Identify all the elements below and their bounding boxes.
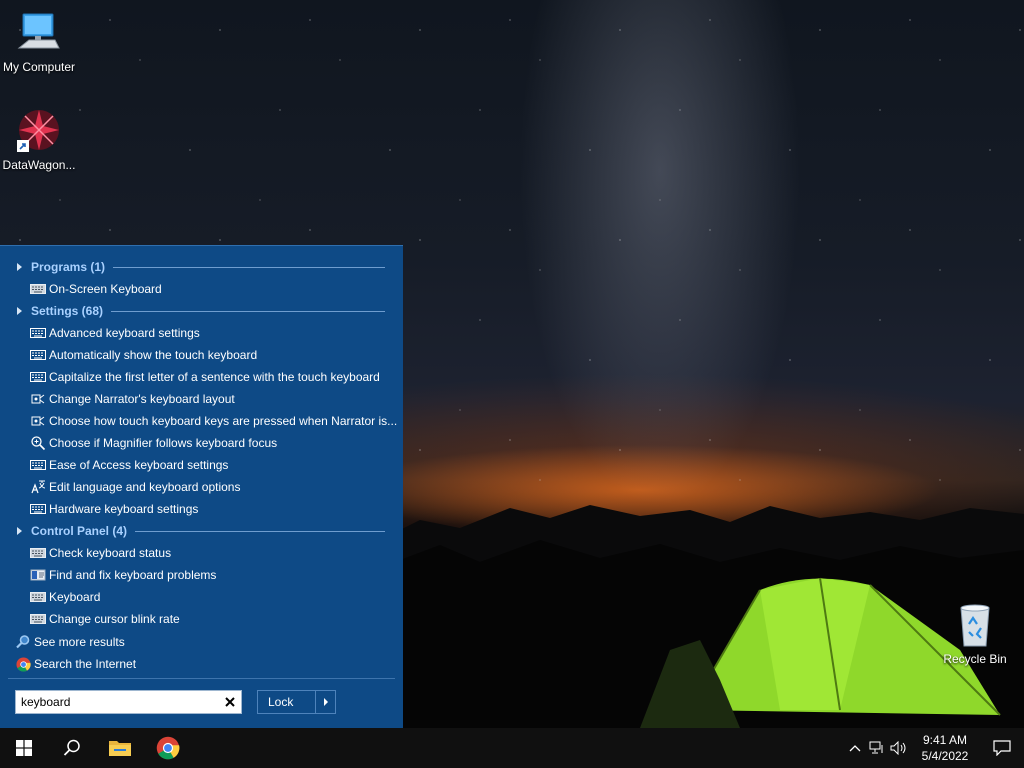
- keyboard-icon: [30, 281, 46, 297]
- search-box[interactable]: [15, 690, 242, 714]
- language-icon: [30, 479, 46, 495]
- start-button[interactable]: [0, 728, 48, 768]
- keyboard-icon: [30, 611, 46, 627]
- result-item-capitalize-first-letter[interactable]: Capitalize the first letter of a sentenc…: [0, 366, 403, 388]
- result-item-keyboard[interactable]: Keyboard: [0, 586, 403, 608]
- search-input[interactable]: [16, 692, 219, 712]
- chrome-icon: [15, 656, 31, 672]
- start-search-panel: Programs (1) On-Screen Keyboard Settings…: [0, 245, 403, 728]
- windows-logo-icon: [16, 740, 32, 756]
- search-icon: [15, 634, 31, 650]
- group-header-programs[interactable]: Programs (1): [0, 256, 403, 278]
- taskbar-chrome[interactable]: [144, 728, 192, 768]
- search-icon: [63, 739, 80, 756]
- chevron-right-icon: [323, 698, 328, 706]
- expand-arrow-icon: [17, 263, 22, 271]
- result-item-narrator-touch-keys[interactable]: Choose how touch keyboard keys are press…: [0, 410, 403, 432]
- expand-arrow-icon: [17, 527, 22, 535]
- troubleshoot-icon: [30, 567, 46, 583]
- system-tray: 9:41 AM 5/4/2022: [844, 728, 1024, 768]
- wallpaper-landscape: [400, 505, 1024, 728]
- result-item-on-screen-keyboard[interactable]: On-Screen Keyboard: [0, 278, 403, 300]
- expand-arrow-icon: [17, 307, 22, 315]
- clock-date: 5/4/2022: [921, 749, 969, 763]
- show-hidden-icons-button[interactable]: [844, 728, 866, 768]
- taskbar-clock[interactable]: 9:41 AM 5/4/2022: [910, 732, 980, 764]
- clear-search-icon[interactable]: [219, 691, 241, 713]
- group-divider: [135, 530, 385, 532]
- group-divider: [113, 266, 385, 268]
- recycle-bin-icon: [951, 602, 999, 650]
- desktop-icon-my-computer[interactable]: My Computer: [0, 10, 78, 74]
- result-item-cursor-blink-rate[interactable]: Change cursor blink rate: [0, 608, 403, 630]
- lock-button[interactable]: Lock: [257, 690, 336, 714]
- group-header-control-panel[interactable]: Control Panel (4): [0, 520, 403, 542]
- volume-icon[interactable]: [888, 728, 910, 768]
- search-results: Programs (1) On-Screen Keyboard Settings…: [0, 256, 403, 675]
- result-item-advanced-keyboard-settings[interactable]: Advanced keyboard settings: [0, 322, 403, 344]
- result-item-find-fix-keyboard[interactable]: Find and fix keyboard problems: [0, 564, 403, 586]
- magnifier-icon: [30, 435, 46, 451]
- clock-time: 9:41 AM: [922, 733, 968, 747]
- taskbar: 9:41 AM 5/4/2022: [0, 728, 1024, 768]
- result-item-hardware-keyboard-settings[interactable]: Hardware keyboard settings: [0, 498, 403, 520]
- chrome-icon: [156, 736, 180, 760]
- result-item-check-keyboard-status[interactable]: Check keyboard status: [0, 542, 403, 564]
- result-item-magnifier-focus[interactable]: Choose if Magnifier follows keyboard foc…: [0, 432, 403, 454]
- result-item-narrator-keyboard-layout[interactable]: Change Narrator's keyboard layout: [0, 388, 403, 410]
- folder-icon: [109, 741, 131, 756]
- notification-icon: [993, 740, 1011, 756]
- desktop-icon-datawagon[interactable]: DataWagon...: [0, 108, 78, 172]
- keyboard-icon: [30, 501, 46, 517]
- keyboard-icon: [30, 347, 46, 363]
- network-icon[interactable]: [866, 728, 888, 768]
- see-more-results-link[interactable]: See more results: [0, 631, 403, 653]
- search-internet-link[interactable]: Search the Internet: [0, 653, 403, 675]
- group-header-settings[interactable]: Settings (68): [0, 300, 403, 322]
- lock-options-arrow[interactable]: [315, 691, 335, 713]
- keyboard-icon: [30, 545, 46, 561]
- group-divider: [111, 310, 385, 312]
- keyboard-icon: [30, 325, 46, 341]
- keyboard-icon: [30, 589, 46, 605]
- result-item-ease-of-access-keyboard[interactable]: Ease of Access keyboard settings: [0, 454, 403, 476]
- narrator-icon: [30, 391, 46, 407]
- taskbar-search-button[interactable]: [48, 728, 96, 768]
- narrator-icon: [30, 413, 46, 429]
- chevron-up-icon: [849, 745, 861, 752]
- keyboard-icon: [30, 457, 46, 473]
- keyboard-icon: [30, 369, 46, 385]
- result-item-language-keyboard-options[interactable]: Edit language and keyboard options: [0, 476, 403, 498]
- panel-divider: [8, 678, 395, 679]
- taskbar-file-explorer[interactable]: [96, 728, 144, 768]
- datawagon-icon: [15, 108, 63, 156]
- computer-icon: [15, 10, 63, 58]
- action-center-button[interactable]: [980, 728, 1024, 768]
- desktop-icon-recycle-bin[interactable]: Recycle Bin: [936, 602, 1014, 666]
- result-item-auto-touch-keyboard[interactable]: Automatically show the touch keyboard: [0, 344, 403, 366]
